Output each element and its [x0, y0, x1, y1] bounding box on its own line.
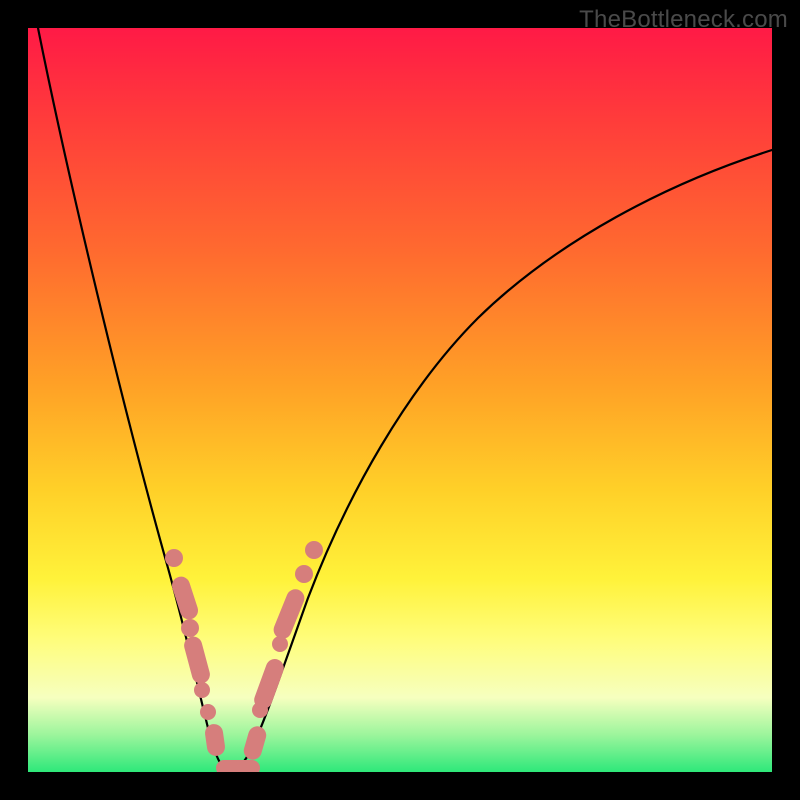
- curve-layer: [28, 28, 772, 772]
- marker-minimum: [216, 760, 260, 772]
- plot-area: [28, 28, 772, 772]
- marker-cluster-left: [165, 549, 226, 757]
- marker-cluster-right: [242, 541, 323, 762]
- chart-frame: TheBottleneck.com: [0, 0, 800, 800]
- bottleneck-curve: [38, 28, 772, 770]
